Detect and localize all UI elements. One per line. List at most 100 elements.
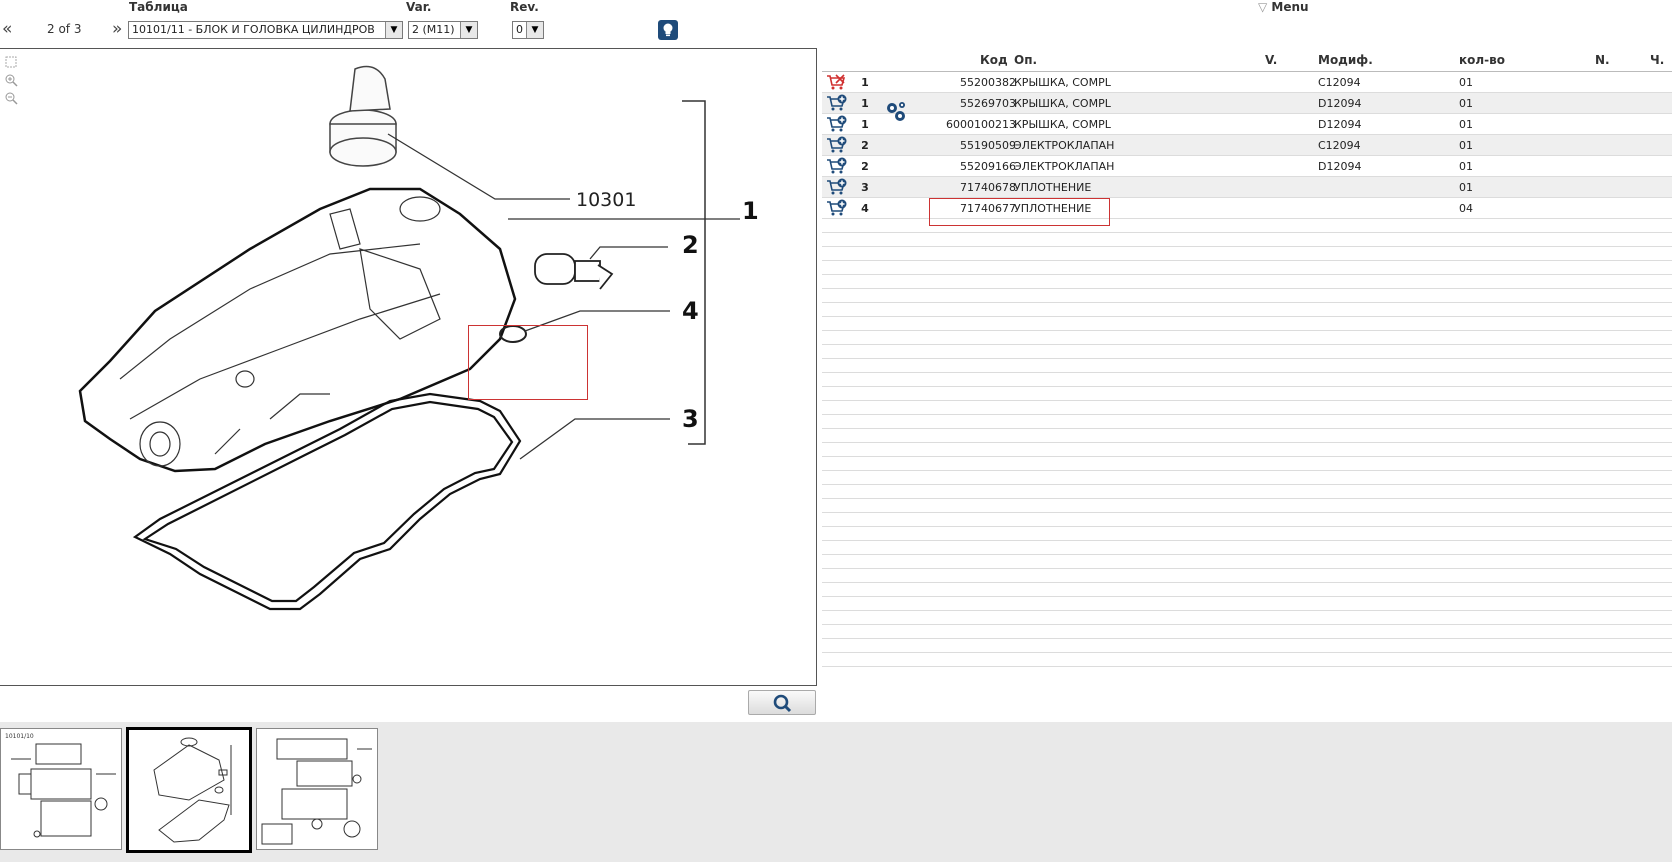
callout-4: 4 [682,297,699,325]
row-quantity: 01 [1459,160,1473,173]
search-icon [773,694,792,713]
table-select[interactable]: 10101/11 - БЛОК И ГОЛОВКА ЦИЛИНДРОВ ▼ [128,21,403,39]
row-position: 1 [861,97,869,110]
row-quantity: 01 [1459,139,1473,152]
thumbnail-table-3[interactable] [256,728,378,850]
col-header-n: N. [1595,53,1610,67]
row-code: 55190509 [960,139,1016,152]
chevron-down-icon: ▼ [385,22,402,38]
table-row[interactable]: 1 55269703 КРЫШКА, COMPL D12094 01 [822,93,1672,114]
row-quantity: 04 [1459,202,1473,215]
add-to-cart-icon[interactable] [826,199,848,217]
rev-select[interactable]: 0 ▼ [512,21,544,39]
row-quantity: 01 [1459,118,1473,131]
thumbnail-strip: 10101/10 [0,722,1672,862]
row-modification: D12094 [1318,160,1362,173]
row-description: ЭЛЕКТРОКЛАПАН [1014,160,1115,173]
row-quantity: 01 [1459,97,1473,110]
add-to-cart-icon[interactable] [826,115,848,133]
add-to-cart-icon[interactable] [826,178,848,196]
col-header-modif: Модиф. [1318,53,1373,67]
col-header-op: Оп. [1014,53,1038,67]
selected-row-highlight [929,198,1110,226]
callout-2: 2 [682,231,699,259]
row-position: 1 [861,118,869,131]
table-select-value: 10101/11 - БЛОК И ГОЛОВКА ЦИЛИНДРОВ [132,23,375,36]
menu-triangle-icon: ▽ [1258,0,1268,14]
pager-text: 2 of 3 [47,22,82,36]
empty-table-row [822,471,1672,485]
row-code: 6000100213 [946,118,1016,131]
rev-select-value: 0 [516,23,523,36]
empty-table-row [822,443,1672,457]
empty-table-row [822,275,1672,289]
row-position: 2 [861,139,869,152]
row-description: КРЫШКА, COMPL [1014,76,1111,89]
empty-table-row [822,387,1672,401]
empty-table-row [822,429,1672,443]
row-code: 71740678 [960,181,1016,194]
table-label: Таблица [129,0,188,14]
row-code: 55269703 [960,97,1016,110]
empty-table-row [822,289,1672,303]
rev-label: Rev. [510,0,539,14]
next-table-icon[interactable]: » [112,19,122,39]
empty-table-row [822,583,1672,597]
table-body: 1 55200382 КРЫШКА, COMPL C12094 01 1 55269703 К… [822,72,1672,667]
callout-3: 3 [682,405,699,433]
row-modification: C12094 [1318,139,1361,152]
callout-10301: 10301 [576,189,636,211]
cylinder-head-cover-diagram: 10301 1 2 4 3 [78,65,759,611]
thumbnail-table-2[interactable] [126,727,252,853]
table-row[interactable]: 2 55209166 ЭЛЕКТРОКЛАПАН D12094 01 [822,156,1672,177]
row-description: КРЫШКА, COMPL [1014,118,1111,131]
row-quantity: 01 [1459,181,1473,194]
row-quantity: 01 [1459,76,1473,89]
table-row[interactable]: 1 6000100213 КРЫШКА, COMPL D12094 01 [822,114,1672,135]
thumbnail-table-1[interactable]: 10101/10 [0,728,122,850]
thumbnail-1-label: 10101/10 [5,733,34,740]
row-modification: D12094 [1318,97,1362,110]
empty-table-row [822,639,1672,653]
row-position: 3 [861,181,869,194]
col-header-qty: кол-во [1459,53,1505,67]
magnify-button[interactable] [748,690,816,715]
add-to-cart-icon[interactable] [826,94,848,112]
cart-remove-icon[interactable] [826,73,848,91]
row-code: 55200382 [960,76,1016,89]
table-row[interactable]: 2 55190509 ЭЛЕКТРОКЛАПАН C12094 01 [822,135,1672,156]
lightbulb-icon[interactable] [658,20,678,40]
row-description: ЭЛЕКТРОКЛАПАН [1014,139,1115,152]
var-label: Var. [406,0,432,14]
col-header-ch: Ч. [1650,53,1665,67]
row-code: 55209166 [960,160,1016,173]
empty-table-row [822,415,1672,429]
exploded-view-drawing[interactable]: 10301 1 2 4 3 [0,48,817,686]
o-ring-hotspot[interactable] [468,325,588,400]
chevron-down-icon: ▼ [460,22,477,38]
filler-cap-part [329,65,397,167]
empty-table-row [822,499,1672,513]
empty-table-row [822,569,1672,583]
empty-table-row [822,331,1672,345]
menu-label: Menu [1271,0,1309,14]
table-row[interactable]: 3 71740678 УПЛОТНЕНИЕ 01 [822,177,1672,198]
empty-table-row [822,317,1672,331]
gears-icon[interactable] [884,100,908,124]
menu-button[interactable]: ▽ Menu [1258,0,1309,14]
empty-table-row [822,401,1672,415]
var-select[interactable]: 2 (M11) ▼ [408,21,478,39]
empty-table-row [822,541,1672,555]
add-to-cart-icon[interactable] [826,136,848,154]
empty-table-row [822,303,1672,317]
empty-table-row [822,555,1672,569]
previous-table-icon[interactable]: « [2,19,12,39]
table-row[interactable]: 1 55200382 КРЫШКА, COMPL C12094 01 [822,72,1672,93]
empty-table-row [822,611,1672,625]
add-to-cart-icon[interactable] [826,157,848,175]
empty-table-row [822,625,1672,639]
solenoid-valve-part [534,253,614,290]
empty-table-row [822,373,1672,387]
row-modification: C12094 [1318,76,1361,89]
col-header-code: Код [980,53,1008,67]
